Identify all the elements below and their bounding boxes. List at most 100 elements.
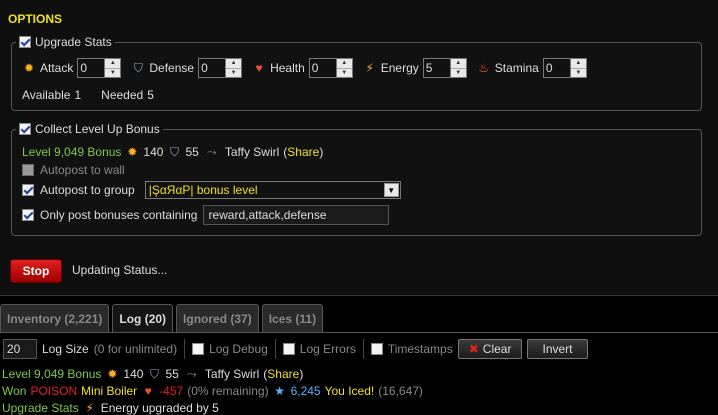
- available-row: Available 1 Needed 5: [22, 88, 154, 102]
- level-bonus-label: Collect Level Up Bonus: [35, 122, 160, 136]
- stop-button[interactable]: Stop: [10, 259, 62, 283]
- attack-value[interactable]: 0: [78, 59, 104, 77]
- autopost-group-row: Autopost to group |ŞαЯαР| bonus level ▼: [22, 181, 401, 199]
- bonus-defense-value: 55: [185, 145, 199, 159]
- health-icon: ♥: [144, 383, 152, 398]
- attack-spinner[interactable]: 0 ▲ ▼: [77, 58, 122, 78]
- item-icon: ⤳: [207, 145, 217, 159]
- invert-button[interactable]: Invert: [527, 339, 588, 359]
- spin-up-icon[interactable]: ▲: [570, 59, 586, 69]
- autopost-wall-label: Autopost to wall: [40, 163, 125, 177]
- available-value: 1: [74, 88, 82, 102]
- autopost-group-label: Autopost to group: [40, 183, 135, 197]
- log-won-text: Won: [2, 383, 27, 398]
- log-upgrade-detail: Energy upgraded by 5: [100, 400, 219, 415]
- log-health-change: -457: [159, 383, 184, 398]
- upgrade-stats-checkbox[interactable]: [19, 36, 31, 48]
- autopost-wall-checkbox[interactable]: [22, 164, 34, 176]
- group-select[interactable]: |ŞαЯαР| bonus level ▼: [144, 181, 401, 199]
- log-defense-value: 55: [165, 366, 179, 381]
- timestamps-label: Timestamps: [387, 342, 453, 356]
- autopost-group-checkbox[interactable]: [22, 184, 34, 196]
- log-debug-checkbox[interactable]: [192, 343, 205, 355]
- tab-inventory[interactable]: Inventory (2,221): [0, 304, 110, 332]
- attack-icon: ✹: [127, 145, 138, 159]
- log-poison-text: POISON: [30, 383, 78, 398]
- autopost-wall-row: Autopost to wall: [22, 163, 125, 177]
- stat-health-label: Health: [270, 61, 305, 75]
- energy-icon: ⚡: [365, 61, 374, 75]
- log-remaining: (0% remaining): [187, 383, 269, 398]
- energy-icon: ⚡: [85, 400, 94, 415]
- health-value[interactable]: 0: [310, 59, 336, 77]
- stat-energy-label: Energy: [380, 61, 419, 75]
- log-upgrade-text: Upgrade Stats: [2, 400, 79, 415]
- defense-icon: ⛉: [169, 145, 179, 159]
- log-iced-count: 6,245: [290, 383, 321, 398]
- health-icon: ♥: [255, 61, 263, 75]
- chevron-down-icon[interactable]: ▼: [383, 183, 399, 197]
- spin-up-icon[interactable]: ▲: [336, 59, 352, 69]
- only-post-checkbox[interactable]: [22, 209, 34, 221]
- log-item-name: Mini Boiler: [81, 383, 138, 398]
- spin-down-icon[interactable]: ▼: [105, 69, 120, 78]
- close-icon: ✖: [468, 342, 479, 356]
- keywords-input[interactable]: reward,attack,defense: [203, 205, 390, 225]
- upgrade-stats-legend: Upgrade Stats: [16, 35, 115, 49]
- stat-defense: ⛉ Defense 0 ▲ ▼: [131, 58, 243, 78]
- spin-down-icon[interactable]: ▼: [451, 69, 466, 78]
- log-toolbar: 20 Log Size (0 for unlimited) Log Debug …: [0, 336, 718, 362]
- defense-spinner[interactable]: 0 ▲ ▼: [198, 58, 243, 78]
- log-share-link[interactable]: Share: [267, 367, 299, 381]
- share-link[interactable]: Share: [287, 145, 319, 159]
- stamina-value[interactable]: 0: [544, 59, 570, 77]
- only-post-row: Only post bonuses containing reward,atta…: [22, 205, 390, 225]
- log-list: Level 9,049 Bonus ✹ 140 ⛉ 55 ⤳ Taffy Swi…: [0, 365, 718, 415]
- log-entry: Upgrade Stats ⚡ Energy upgraded by 5: [0, 399, 718, 415]
- divider: [362, 339, 364, 359]
- spin-up-icon[interactable]: ▲: [226, 59, 242, 69]
- item-icon: ⤳: [187, 366, 197, 381]
- needed-value: 5: [147, 88, 154, 102]
- tab-log[interactable]: Log (20): [112, 304, 174, 333]
- stamina-spinner[interactable]: 0 ▲ ▼: [542, 58, 587, 78]
- spin-down-icon[interactable]: ▼: [226, 69, 241, 78]
- upgrade-stats-label: Upgrade Stats: [35, 35, 112, 49]
- level-bonus-checkbox[interactable]: [19, 123, 31, 135]
- status-text: Updating Status...: [72, 263, 168, 277]
- bonus-level-text: Level 9,049 Bonus: [22, 145, 122, 159]
- log-attack-value: 140: [123, 366, 144, 381]
- log-errors-label: Log Errors: [299, 342, 356, 356]
- spin-down-icon[interactable]: ▼: [571, 69, 586, 78]
- health-spinner[interactable]: 0 ▲ ▼: [308, 58, 353, 78]
- tab-ignored[interactable]: Ignored (37): [176, 304, 259, 332]
- energy-spinner[interactable]: 5 ▲ ▼: [422, 58, 467, 78]
- bonus-attack-value: 140: [143, 145, 164, 159]
- log-debug-label: Log Debug: [209, 342, 268, 356]
- log-entry: Level 9,049 Bonus ✹ 140 ⛉ 55 ⤳ Taffy Swi…: [2, 366, 304, 381]
- tab-ices[interactable]: Ices (11): [261, 304, 324, 332]
- clear-button[interactable]: ✖ Clear: [457, 339, 523, 359]
- attack-icon: ✹: [107, 366, 118, 381]
- defense-value[interactable]: 0: [199, 59, 225, 77]
- defense-icon: ⛉: [149, 366, 159, 381]
- bonus-player-name: Taffy Swirl: [224, 145, 280, 159]
- log-iced-text: You Iced!: [324, 383, 375, 398]
- energy-value[interactable]: 5: [424, 59, 450, 77]
- star-icon: ★: [274, 383, 285, 398]
- tab-bar: Inventory (2,221) Log (20) Ignored (37) …: [0, 304, 324, 333]
- stat-attack-label: Attack: [40, 61, 74, 75]
- stat-stamina-label: Stamina: [494, 61, 539, 75]
- timestamps-checkbox[interactable]: [370, 343, 383, 355]
- spin-down-icon[interactable]: ▼: [337, 69, 352, 78]
- log-size-input[interactable]: 20: [3, 339, 37, 359]
- stats-row: ✹ Attack 0 ▲ ▼ ⛉ Defense 0 ▲ ▼ ♥ Health 0 ▲ ▼ …: [22, 58, 597, 78]
- stamina-icon: ♨: [478, 61, 490, 75]
- clear-label: Clear: [482, 342, 512, 356]
- defense-icon: ⛉: [133, 61, 143, 75]
- bonus-summary: Level 9,049 Bonus ✹ 140 ⛉ 55 ⤳ Taffy Swi…: [22, 145, 324, 159]
- log-errors-checkbox[interactable]: [282, 343, 295, 355]
- stat-energy: ⚡ Energy 5 ▲ ▼: [363, 58, 467, 78]
- spin-up-icon[interactable]: ▲: [450, 59, 466, 69]
- spin-up-icon[interactable]: ▲: [105, 59, 121, 69]
